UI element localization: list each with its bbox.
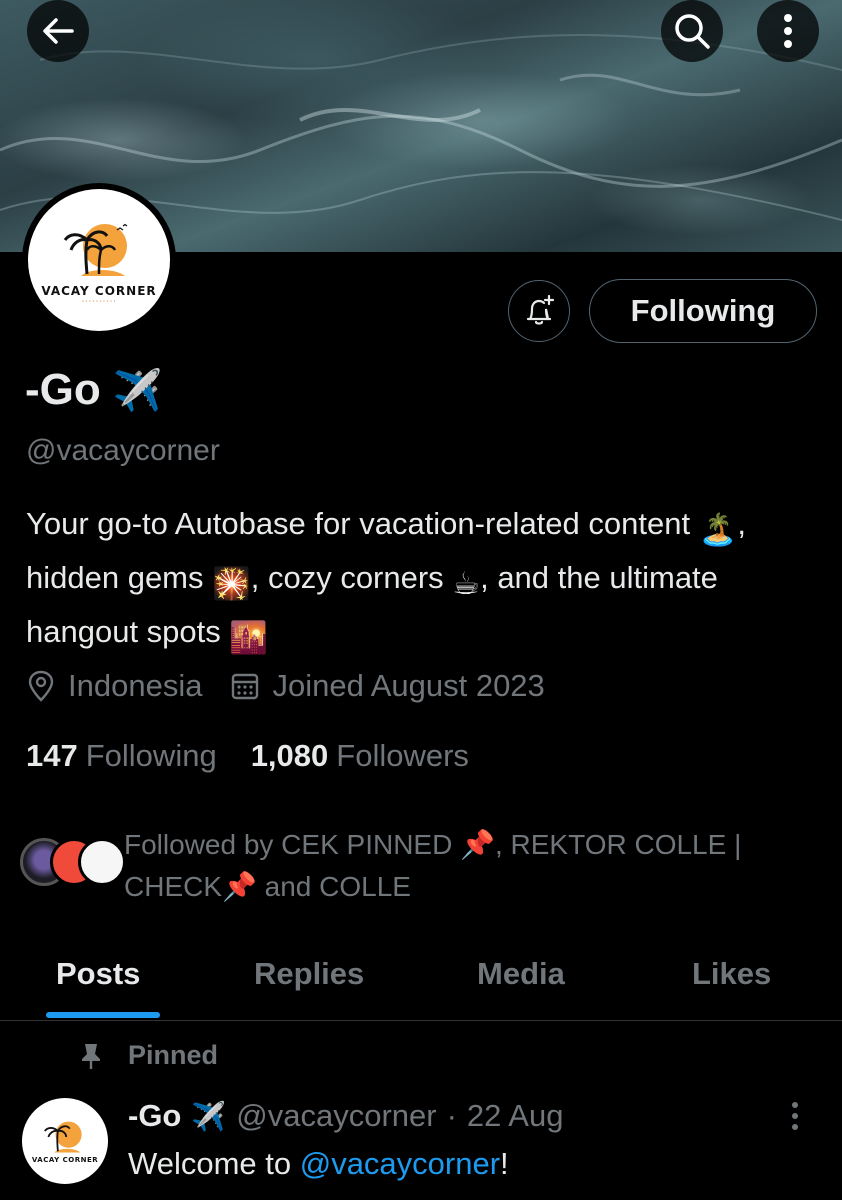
following-label: Following: [85, 738, 217, 773]
post-avatar-logo-text: VACAY CORNER: [31, 1156, 99, 1164]
post-avatar[interactable]: VACAY CORNER: [22, 1098, 108, 1184]
more-vertical-icon: [792, 1102, 798, 1130]
search-button[interactable]: [661, 0, 723, 62]
post-text: Welcome to @vacaycorner!: [128, 1146, 509, 1182]
fireworks-emoji: 🎇: [212, 566, 251, 601]
post-date[interactable]: 22 Aug: [467, 1098, 564, 1134]
follow-stats: 147 Following 1,080 Followers: [26, 738, 469, 774]
profile-bio: Your go-to Autobase for vacation-related…: [26, 500, 816, 662]
following-count: 147: [26, 738, 78, 773]
calendar-icon: [232, 673, 259, 700]
more-vertical-icon: [784, 14, 792, 48]
mini-avatar-3: [78, 838, 126, 886]
post-header: -Go ✈️ @vacaycorner · 22 Aug: [128, 1098, 563, 1134]
tab-likes[interactable]: Likes: [692, 956, 771, 992]
airplane-emoji: ✈️: [112, 368, 163, 413]
location-pin-icon: [28, 670, 54, 702]
profile-handle: @vacaycorner: [26, 434, 220, 467]
followed-by-text[interactable]: Followed by CEK PINNED 📌, REKTOR COLLE |…: [124, 824, 804, 908]
following-button[interactable]: Following: [589, 279, 817, 343]
location-item: Indonesia: [26, 668, 202, 704]
joined-text: Joined August 2023: [272, 668, 545, 703]
followed-by-avatars[interactable]: [20, 838, 130, 888]
profile-avatar[interactable]: VACAY CORNER • • • • • • • • • •: [22, 183, 176, 337]
post-text-prefix: Welcome to: [128, 1146, 300, 1181]
coffee-emoji: ☕: [452, 566, 481, 601]
pinned-label: Pinned: [128, 1040, 219, 1070]
followers-stat[interactable]: 1,080 Followers: [251, 738, 469, 774]
post-text-suffix: !: [500, 1146, 509, 1181]
avatar-logo-sub: • • • • • • • • • •: [82, 297, 116, 303]
post-mention-link[interactable]: @vacaycorner: [300, 1146, 500, 1181]
island-emoji: 🏝️: [698, 512, 738, 547]
post-separator: ·: [446, 1098, 457, 1133]
bio-text-1: Your go-to Autobase for vacation-related…: [26, 506, 699, 541]
city-sunset-emoji: 🌇: [229, 620, 268, 655]
followers-label: Followers: [336, 738, 469, 773]
display-name: -Go ✈️: [25, 365, 163, 415]
post-author-handle[interactable]: @vacaycorner: [236, 1098, 436, 1134]
pinned-indicator: Pinned: [80, 1040, 218, 1071]
arrow-left-icon: [43, 18, 74, 44]
notify-button[interactable]: [508, 280, 570, 342]
profile-tabs: Posts Replies Media Likes: [0, 950, 842, 1021]
palm-sunset-logo-small: [44, 1121, 82, 1153]
more-options-button[interactable]: [757, 0, 819, 62]
followers-count: 1,080: [250, 738, 329, 773]
tab-media[interactable]: Media: [477, 956, 565, 992]
bell-plus-icon: [526, 294, 555, 325]
location-text: Indonesia: [68, 668, 203, 703]
following-stat[interactable]: 147 Following: [26, 738, 217, 774]
tab-posts[interactable]: Posts: [56, 956, 140, 992]
back-button[interactable]: [27, 0, 89, 62]
bio-text-3: , cozy corners: [250, 560, 453, 595]
avatar-image: VACAY CORNER • • • • • • • • • •: [28, 189, 170, 331]
search-icon: [675, 14, 710, 49]
profile-meta: Indonesia Joined August 2023: [26, 668, 573, 704]
avatar-logo-text: VACAY CORNER: [41, 283, 157, 298]
post-author-name[interactable]: -Go: [128, 1098, 181, 1134]
pin-icon: [82, 1043, 100, 1069]
active-tab-indicator: [46, 1012, 160, 1018]
post-author-emoji: ✈️: [191, 1100, 227, 1132]
post-more-button[interactable]: [790, 1100, 800, 1137]
joined-item: Joined August 2023: [230, 668, 545, 704]
palm-sunset-logo: [63, 223, 128, 276]
tab-replies[interactable]: Replies: [254, 956, 364, 992]
display-name-text: -Go: [25, 365, 101, 414]
